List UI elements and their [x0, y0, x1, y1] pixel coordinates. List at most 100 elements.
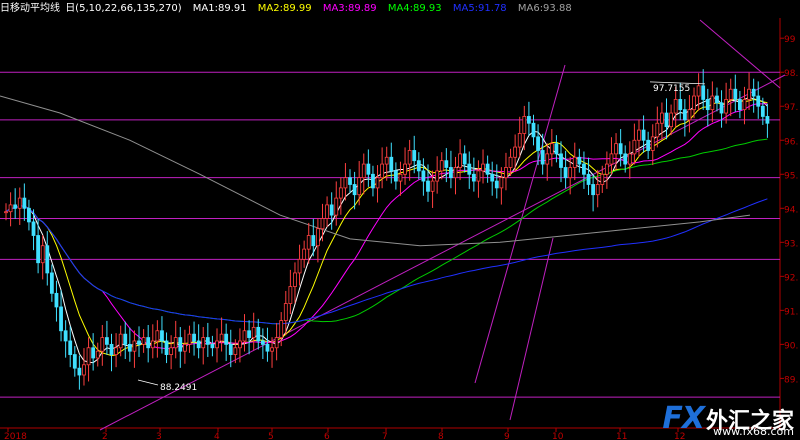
candle-body	[95, 350, 100, 359]
candle-body	[458, 153, 462, 168]
candle-body	[22, 197, 27, 209]
candle-body	[398, 173, 403, 182]
candle-body	[288, 286, 293, 304]
trend-line-support	[99, 74, 786, 431]
candle-body	[63, 330, 68, 342]
candle-body	[660, 112, 664, 124]
candle-body	[632, 139, 637, 155]
candle-body	[260, 340, 265, 345]
candle-body	[270, 347, 274, 352]
candle-body	[719, 102, 724, 114]
candle-body	[348, 177, 352, 185]
candle-body	[320, 218, 325, 230]
candle-body	[141, 337, 146, 345]
candle-body	[655, 122, 660, 138]
fan-line-b	[509, 237, 554, 421]
candle-body	[733, 88, 738, 100]
candle-body	[293, 272, 297, 287]
candle-body	[192, 333, 196, 342]
candle-body	[77, 367, 82, 376]
candle-body	[109, 343, 114, 355]
candle-body	[72, 354, 77, 369]
x-tick-label: 2	[102, 432, 108, 440]
candle-body	[467, 163, 472, 175]
candle-body	[279, 320, 284, 338]
candle-body	[182, 343, 187, 352]
y-tick-label: 92.	[784, 273, 798, 283]
candle-body	[178, 337, 183, 352]
candle-body	[27, 207, 31, 223]
candle-body	[650, 136, 655, 151]
candle-body	[490, 173, 495, 182]
candle-body	[572, 156, 577, 168]
x-tick-label: 11	[616, 432, 627, 440]
candle-body	[549, 143, 554, 155]
candle-body	[59, 306, 63, 332]
candle-body	[247, 330, 252, 338]
candle-body	[412, 150, 417, 162]
candle-body	[435, 170, 440, 182]
candle-body	[366, 163, 371, 175]
candle-body	[646, 139, 651, 151]
candle-body	[692, 95, 696, 111]
candle-body	[210, 343, 215, 349]
candle-body	[219, 333, 224, 342]
x-tick-label: 3	[156, 432, 162, 440]
x-tick-label: 4	[214, 432, 220, 440]
candle-body	[233, 347, 238, 355]
candle-body	[499, 177, 504, 189]
x-tick-label: 6	[324, 432, 330, 440]
candle-body	[100, 337, 105, 352]
candle-body	[150, 340, 155, 349]
candle-body	[604, 163, 609, 175]
candle-body	[701, 85, 706, 100]
candle-body	[407, 150, 412, 165]
candle-body	[91, 347, 96, 359]
candle-body	[453, 167, 458, 179]
y-tick-label: 89.	[784, 375, 798, 385]
candle-body	[751, 88, 756, 97]
candle-body	[513, 146, 518, 158]
candle-body	[554, 143, 559, 155]
candle-body	[8, 204, 13, 213]
candle-body	[618, 143, 623, 155]
candle-body	[765, 116, 770, 124]
candle-body	[673, 99, 678, 114]
candle-body	[682, 109, 687, 121]
candle-body	[595, 184, 600, 196]
candle-body	[114, 347, 118, 355]
candle-body	[504, 167, 508, 179]
x-tick-label: 2018	[4, 432, 27, 440]
candle-body	[526, 116, 531, 124]
candle-body	[146, 337, 151, 349]
candle-body	[123, 333, 128, 345]
candle-body	[82, 364, 86, 376]
candlestick-chart[interactable]: 99 98. 97. 96. 95. 94. 93. 92. 91. 90. 89. 2018 2 3 4 5…	[0, 0, 800, 440]
candle-body	[173, 337, 178, 349]
candle-body	[201, 337, 206, 349]
candle-body	[715, 95, 719, 104]
candle-body	[105, 337, 109, 345]
y-tick-label: 93.	[784, 239, 798, 249]
candle-body	[742, 99, 747, 111]
x-tick-label: 8	[438, 432, 444, 440]
candle-body	[316, 228, 320, 247]
candle-body	[36, 235, 41, 264]
candle-body	[637, 129, 641, 141]
candle-body	[17, 197, 22, 209]
candle-body	[338, 187, 343, 199]
candle-body	[375, 177, 380, 189]
candle-body	[132, 340, 137, 352]
candle-body	[582, 163, 586, 175]
candle-body	[737, 99, 742, 111]
candle-body	[586, 173, 591, 185]
annotation-low-leader	[137, 379, 159, 386]
x-tick-label: 5	[268, 432, 274, 440]
candle-body	[426, 180, 430, 192]
candle-body	[471, 173, 476, 182]
candle-body	[325, 204, 329, 219]
candle-body	[329, 204, 334, 216]
candle-body	[155, 330, 160, 342]
candle-body	[137, 340, 141, 345]
y-tick-label: 99	[784, 35, 796, 45]
